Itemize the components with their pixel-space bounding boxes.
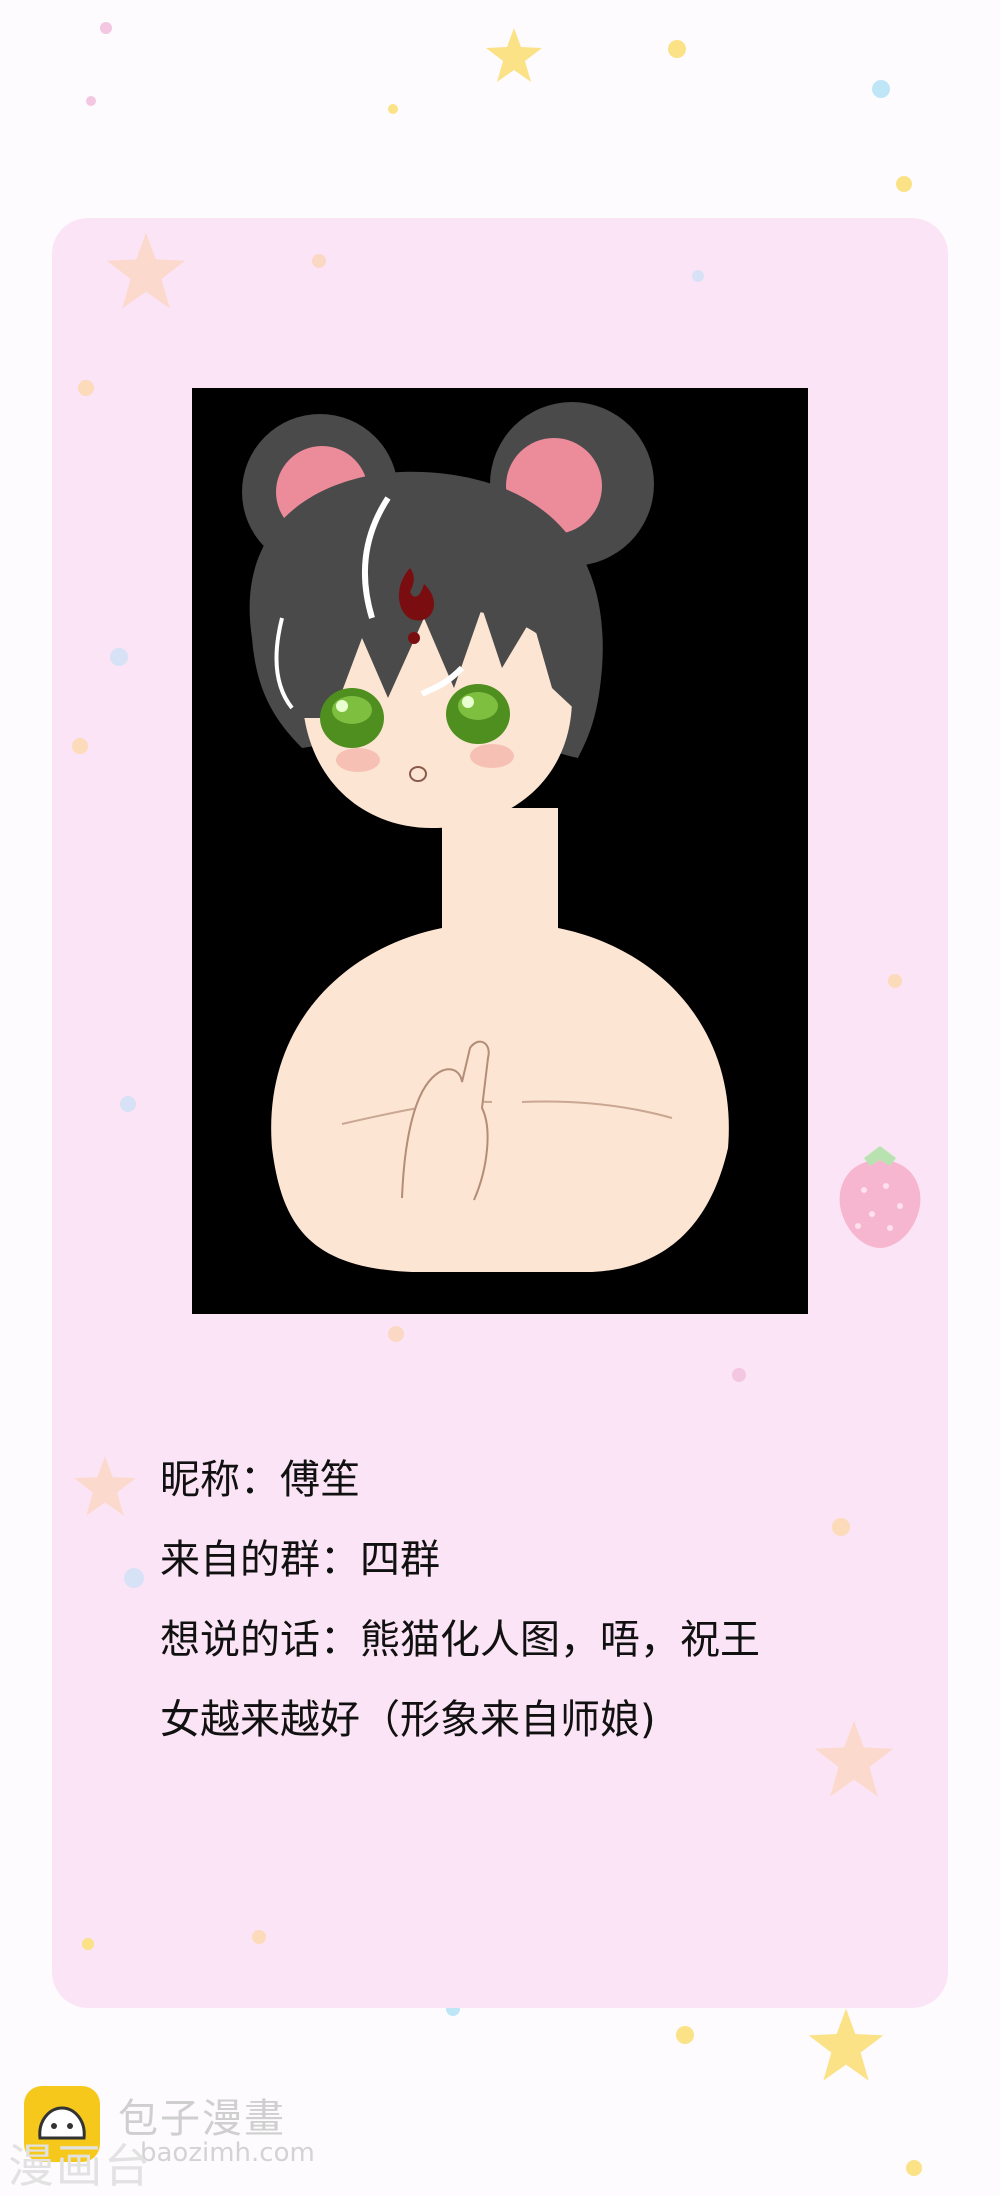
character-portrait — [192, 388, 808, 1314]
confetti-dot — [896, 176, 912, 192]
confetti-dot — [676, 2026, 694, 2044]
confetti-dot — [252, 1930, 266, 1944]
confetti-dot — [78, 380, 94, 396]
confetti-dot — [120, 1096, 136, 1112]
confetti-dot — [388, 104, 398, 114]
confetti-dot — [124, 1568, 144, 1588]
confetti-dot — [888, 974, 902, 988]
confetti-dot — [86, 96, 96, 106]
message-line: 想说的话：熊猫化人图，唔，祝王 — [160, 1617, 760, 1663]
watermark-side-text: 漫画台 — [8, 2139, 152, 2193]
star-icon — [74, 1456, 136, 1516]
confetti-dot — [692, 270, 704, 282]
star-icon — [808, 2008, 884, 2081]
confetti-dot — [872, 80, 890, 98]
strawberry-icon — [839, 1146, 921, 1248]
confetti-dot — [906, 2160, 922, 2176]
star-icon — [106, 232, 186, 309]
confetti-dot — [100, 22, 112, 34]
portrait-illustration — [242, 402, 729, 1272]
confetti-dot — [312, 254, 326, 268]
confetti-dot — [110, 648, 128, 666]
profile-info: 昵称：傅笙 来自的群：四群 想说的话：熊猫化人图，唔，祝王 女越来越好（形象来自… — [160, 1440, 880, 1760]
confetti-dot — [82, 1938, 94, 1950]
nickname-line: 昵称：傅笙 — [160, 1457, 360, 1503]
confetti-dot — [388, 1326, 404, 1342]
star-icon — [486, 28, 542, 82]
confetti-dot — [668, 40, 686, 58]
watermark-url: baozimh.com — [140, 2138, 315, 2168]
confetti-dot — [72, 738, 88, 754]
group-line: 来自的群：四群 — [160, 1537, 440, 1583]
message-line: 女越来越好（形象来自师娘) — [160, 1697, 656, 1743]
confetti-dot — [732, 1368, 746, 1382]
